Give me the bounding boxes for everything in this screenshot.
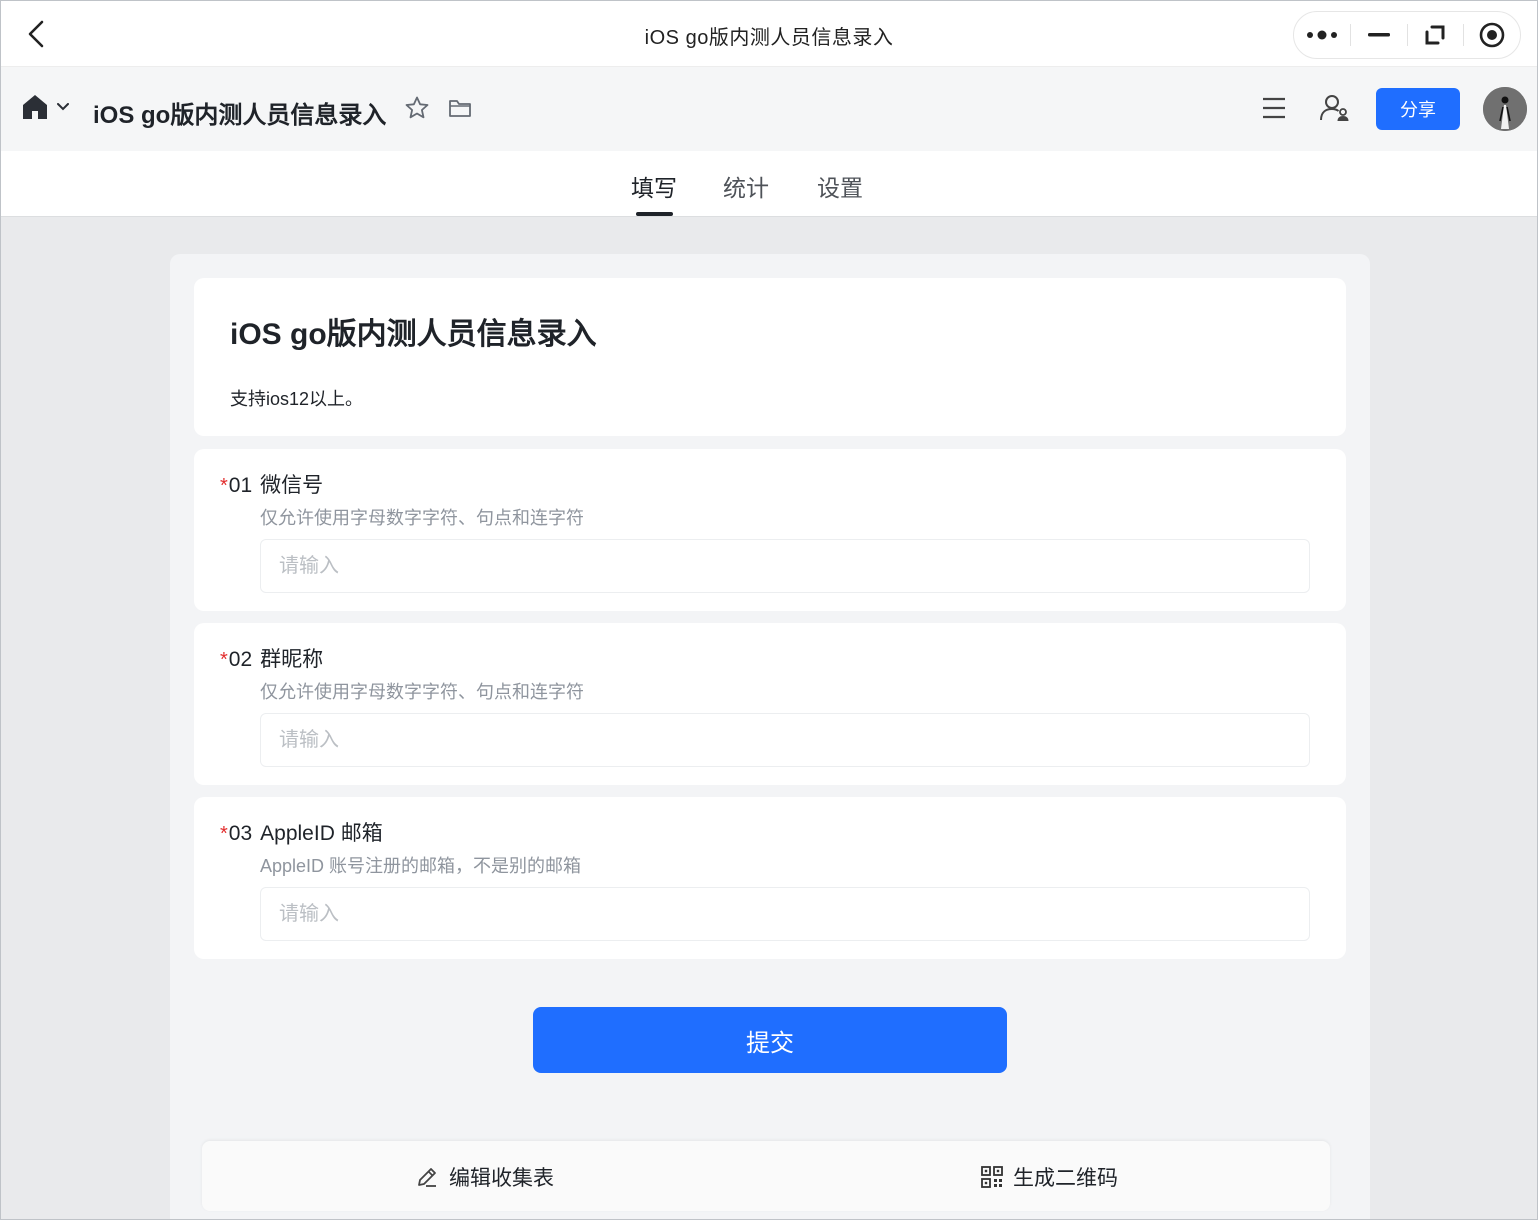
question-hint: 仅允许使用字母数字字符、句点和连字符 <box>260 682 584 702</box>
question-heading: * 02 群昵称 <box>220 643 323 673</box>
group-nickname-input[interactable] <box>260 713 1310 767</box>
avatar[interactable] <box>1483 87 1527 131</box>
window-controls <box>1293 11 1521 59</box>
doc-title: iOS go版内测人员信息录入 <box>93 102 387 129</box>
home-icon <box>23 95 47 119</box>
more-button[interactable] <box>1294 11 1350 59</box>
active-tab-indicator <box>636 212 673 216</box>
required-mark: * <box>220 823 228 845</box>
tab-settings[interactable]: 设置 <box>817 169 863 203</box>
app-window: iOS go版内测人员信息录入 iOS go版内测人员信息录入 分享 填写 统计… <box>0 0 1538 1220</box>
share-button[interactable]: 分享 <box>1376 88 1460 130</box>
question-heading: * 03 AppleID 邮箱 <box>220 817 383 847</box>
doc-toolbar: iOS go版内测人员信息录入 分享 <box>1 67 1537 151</box>
form-panel: iOS go版内测人员信息录入 支持ios12以上。 * 01 微信号 仅允许使… <box>170 254 1370 1219</box>
generate-qrcode-label: 生成二维码 <box>1013 1167 1118 1190</box>
minimize-icon <box>1367 33 1390 37</box>
home-menu[interactable] <box>21 93 69 121</box>
qrcode-icon <box>981 1166 1003 1188</box>
question-card: * 03 AppleID 邮箱 AppleID 账号注册的邮箱，不是别的邮箱 <box>194 797 1346 959</box>
collaborator-icon <box>1320 95 1349 121</box>
question-number: 03 <box>228 822 253 845</box>
form-description: 支持ios12以上。 <box>230 389 364 409</box>
question-number: 02 <box>228 648 253 671</box>
user-avatar-icon <box>1483 87 1527 131</box>
edit-form-button[interactable]: 编辑收集表 <box>415 1162 554 1192</box>
favorite-button[interactable] <box>404 95 430 126</box>
form-header-card: iOS go版内测人员信息录入 支持ios12以上。 <box>194 278 1346 436</box>
question-number: 01 <box>228 474 253 497</box>
form-title: iOS go版内测人员信息录入 <box>230 318 597 351</box>
collaborators-button[interactable] <box>1319 93 1351 128</box>
question-heading: * 01 微信号 <box>220 469 323 499</box>
move-to-folder-button[interactable] <box>448 97 472 124</box>
tab-fill[interactable]: 填写 <box>631 169 677 203</box>
appleid-email-input[interactable] <box>260 887 1310 941</box>
question-label: AppleID 邮箱 <box>260 822 383 845</box>
bottom-action-bar: 编辑收集表 生成二维码 <box>202 1141 1330 1211</box>
pencil-icon <box>418 1168 436 1187</box>
submit-button[interactable]: 提交 <box>533 1007 1007 1073</box>
question-label: 群昵称 <box>260 648 324 671</box>
record-icon <box>1479 22 1505 48</box>
more-dots-icon <box>1306 30 1337 40</box>
star-icon <box>405 96 429 119</box>
tab-bar: 填写 统计 设置 <box>1 151 1537 217</box>
required-mark: * <box>220 649 228 671</box>
chevron-down-icon <box>57 103 69 111</box>
folder-icon <box>449 100 471 117</box>
question-hint: AppleID 账号注册的邮箱，不是别的邮箱 <box>260 856 582 876</box>
wechat-id-input[interactable] <box>260 539 1310 593</box>
question-hint: 仅允许使用字母数字字符、句点和连字符 <box>260 508 584 528</box>
menu-button[interactable] <box>1260 95 1288 126</box>
restore-button[interactable] <box>1408 11 1464 59</box>
edit-form-label: 编辑收集表 <box>449 1167 554 1190</box>
generate-qrcode-button[interactable]: 生成二维码 <box>981 1162 1118 1192</box>
required-mark: * <box>220 475 228 497</box>
question-card: * 02 群昵称 仅允许使用字母数字字符、句点和连字符 <box>194 623 1346 785</box>
tab-statistics[interactable]: 统计 <box>723 169 769 203</box>
minimize-button[interactable] <box>1351 11 1407 59</box>
restore-icon <box>1425 25 1445 45</box>
record-button[interactable] <box>1464 11 1520 59</box>
question-label: 微信号 <box>260 474 324 497</box>
menu-icon <box>1263 97 1285 119</box>
question-card: * 01 微信号 仅允许使用字母数字字符、句点和连字符 <box>194 449 1346 611</box>
title-bar: iOS go版内测人员信息录入 <box>1 1 1537 67</box>
